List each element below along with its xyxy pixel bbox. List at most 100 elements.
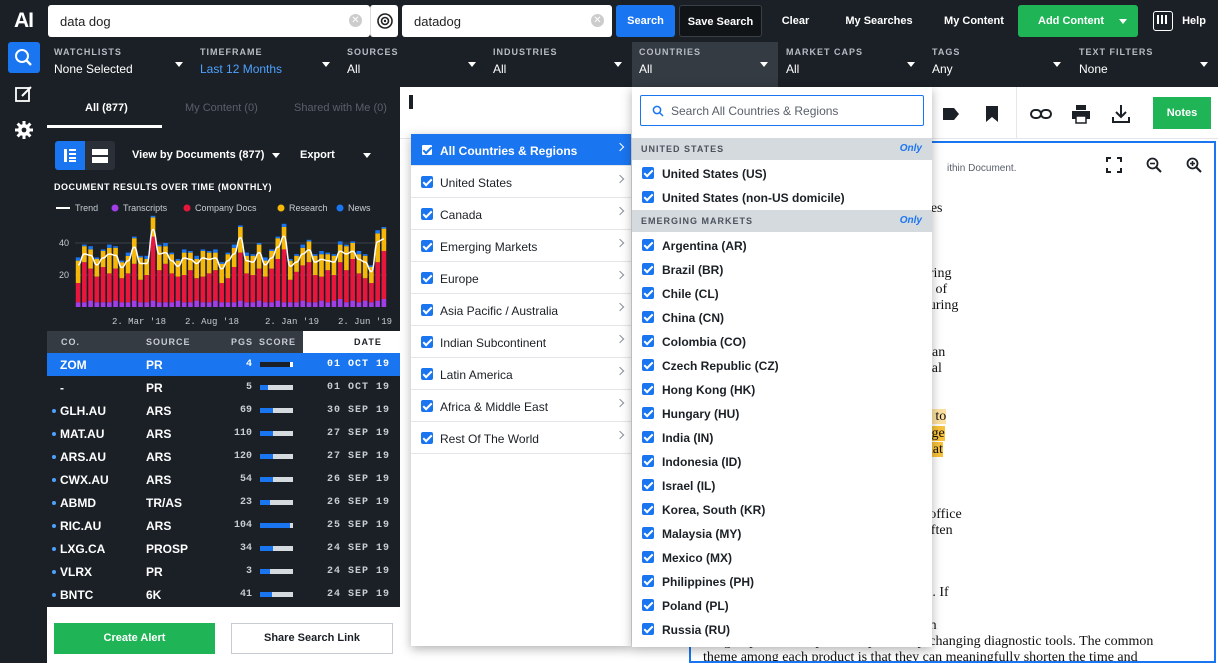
region-item[interactable]: Rest Of The World: [411, 422, 631, 454]
country-item[interactable]: Czech Republic (CZ): [632, 354, 932, 378]
country-item[interactable]: United States (non-US domicile): [632, 186, 932, 210]
checkbox-checked-icon[interactable]: [421, 304, 433, 316]
export-dropdown[interactable]: Export: [300, 149, 371, 161]
country-item[interactable]: Hong Kong (HK): [632, 378, 932, 402]
filter-industries[interactable]: INDUSTRIES All: [486, 42, 632, 87]
table-row[interactable]: - PR 5 01 OCT 19: [47, 376, 400, 399]
checkbox-checked-icon[interactable]: [642, 263, 654, 275]
checkbox-checked-icon[interactable]: [642, 431, 654, 443]
settings-nav-button[interactable]: [14, 120, 34, 143]
download-icon[interactable]: [1110, 103, 1132, 125]
tab-shared[interactable]: Shared with Me (0): [294, 102, 387, 114]
country-item[interactable]: Korea, South (KR): [632, 498, 932, 522]
country-item[interactable]: Hungary (HU): [632, 402, 932, 426]
region-item[interactable]: Emerging Markets: [411, 230, 631, 262]
table-row[interactable]: GLH.AU ARS 69 30 SEP 19: [47, 399, 400, 422]
table-row[interactable]: VLRX PR 3 24 SEP 19: [47, 560, 400, 583]
country-item[interactable]: Russia (RU): [632, 618, 932, 642]
checkbox-checked-icon[interactable]: [642, 455, 654, 467]
filter-watchlists[interactable]: WATCHLISTS None Selected: [47, 42, 193, 87]
list-view-toggle[interactable]: [55, 141, 85, 170]
checkbox-checked-icon[interactable]: [642, 623, 654, 635]
country-item[interactable]: Brazil (BR): [632, 258, 932, 282]
checkbox-checked-icon[interactable]: [421, 368, 433, 380]
checkbox-checked-icon[interactable]: [642, 335, 654, 347]
checkbox-checked-icon[interactable]: [642, 551, 654, 563]
table-row[interactable]: CWX.AU ARS 54 26 SEP 19: [47, 468, 400, 491]
zoom-in-icon[interactable]: [1186, 157, 1202, 173]
region-item[interactable]: All Countries & Regions: [411, 134, 631, 166]
fullscreen-icon[interactable]: [1106, 157, 1122, 173]
country-item[interactable]: Poland (PL): [632, 594, 932, 618]
clear-search-icon[interactable]: ✕: [349, 14, 362, 27]
tag-icon[interactable]: [940, 103, 962, 125]
search-nav-button[interactable]: [8, 42, 40, 73]
checkbox-checked-icon[interactable]: [642, 527, 654, 539]
checkbox-checked-icon[interactable]: [642, 479, 654, 491]
tab-all[interactable]: All (877): [85, 102, 128, 114]
search-button[interactable]: Search: [616, 5, 675, 37]
checkbox-checked-icon[interactable]: [642, 503, 654, 515]
country-item[interactable]: Israel (IL): [632, 474, 932, 498]
checkbox-checked-icon[interactable]: [642, 359, 654, 371]
bookmark-icon[interactable]: [981, 103, 1003, 125]
country-item[interactable]: United States (US): [632, 162, 932, 186]
region-item[interactable]: Canada: [411, 198, 631, 230]
clear-keyword-icon[interactable]: ✕: [591, 14, 604, 27]
header-co[interactable]: CO.: [61, 337, 80, 347]
checkbox-checked-icon[interactable]: [421, 272, 433, 284]
print-icon[interactable]: [1070, 103, 1092, 125]
table-row[interactable]: ZOM PR 4 01 OCT 19: [47, 353, 400, 376]
grid-view-toggle[interactable]: [85, 141, 115, 170]
checkbox-checked-icon[interactable]: [642, 575, 654, 587]
country-item[interactable]: Chile (CL): [632, 282, 932, 306]
clear-button[interactable]: Clear: [768, 5, 823, 37]
country-item[interactable]: Malaysia (MY): [632, 522, 932, 546]
save-search-button[interactable]: Save Search: [679, 5, 762, 37]
table-row[interactable]: MAT.AU ARS 110 27 SEP 19: [47, 422, 400, 445]
notes-button[interactable]: Notes: [1153, 97, 1211, 129]
checkbox-checked-icon[interactable]: [421, 176, 433, 188]
table-row[interactable]: RIC.AU ARS 104 25 SEP 19: [47, 514, 400, 537]
edit-nav-button[interactable]: [14, 84, 34, 107]
checkbox-checked-icon[interactable]: [421, 208, 433, 220]
header-source[interactable]: SOURCE: [146, 337, 191, 347]
checkbox-checked-icon[interactable]: [421, 432, 433, 444]
zoom-out-icon[interactable]: [1146, 157, 1162, 173]
signal-icon[interactable]: [370, 5, 398, 37]
filter-countries[interactable]: COUNTRIES All: [632, 42, 778, 87]
country-item[interactable]: China (CN): [632, 306, 932, 330]
region-item[interactable]: Europe: [411, 262, 631, 294]
add-content-button[interactable]: Add Content: [1018, 5, 1138, 37]
checkbox-checked-icon[interactable]: [642, 191, 654, 203]
filter-sources[interactable]: SOURCES All: [340, 42, 486, 87]
region-item[interactable]: United States: [411, 166, 631, 198]
table-row[interactable]: BNTC 6K 41 24 SEP 19: [47, 583, 400, 606]
header-pgs[interactable]: PGS: [231, 337, 253, 347]
create-alert-button[interactable]: Create Alert: [54, 623, 215, 654]
checkbox-checked-icon[interactable]: [642, 167, 654, 179]
keyword-input[interactable]: datadog ✕: [402, 5, 612, 37]
my-searches-button[interactable]: My Searches: [838, 5, 920, 37]
table-row[interactable]: ARS.AU ARS 120 27 SEP 19: [47, 445, 400, 468]
only-link[interactable]: Only: [900, 215, 922, 226]
share-search-link-button[interactable]: Share Search Link: [231, 623, 393, 654]
my-content-button[interactable]: My Content: [934, 5, 1014, 37]
region-item[interactable]: Latin America: [411, 358, 631, 390]
checkbox-checked-icon[interactable]: [642, 287, 654, 299]
checkbox-checked-icon[interactable]: [642, 239, 654, 251]
header-score[interactable]: SCORE: [259, 337, 296, 347]
country-item[interactable]: Mexico (MX): [632, 546, 932, 570]
region-item[interactable]: Asia Pacific / Australia: [411, 294, 631, 326]
region-item[interactable]: Africa & Middle East: [411, 390, 631, 422]
country-item[interactable]: Colombia (CO): [632, 330, 932, 354]
country-item[interactable]: India (IN): [632, 426, 932, 450]
country-search-input[interactable]: Search All Countries & Regions: [640, 95, 924, 126]
keyboard-icon[interactable]: [1153, 11, 1173, 31]
country-item[interactable]: Indonesia (ID): [632, 450, 932, 474]
region-item[interactable]: Indian Subcontinent: [411, 326, 631, 358]
filter-tags[interactable]: TAGS Any: [925, 42, 1071, 87]
view-by-dropdown[interactable]: View by Documents (877): [132, 149, 280, 161]
app-logo[interactable]: AI: [14, 9, 34, 33]
table-row[interactable]: ABMD TR/AS 23 26 SEP 19: [47, 491, 400, 514]
